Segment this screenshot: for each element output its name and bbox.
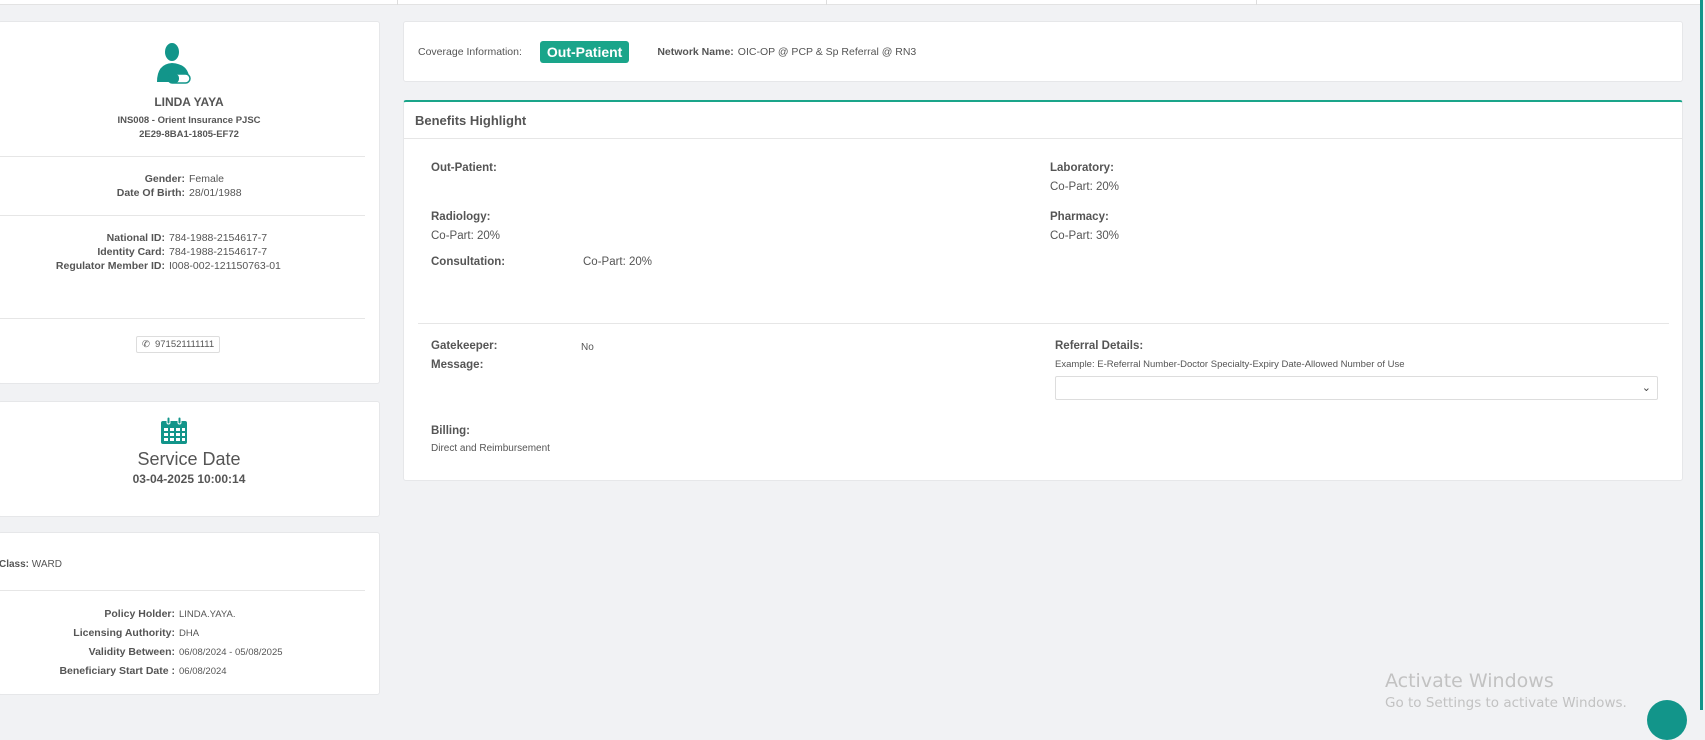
identity-card-value: 784-1988-2154617-7 <box>169 246 268 258</box>
network-value: OIC-OP @ PCP & Sp Referral @ RN3 <box>737 45 917 58</box>
patient-icon <box>157 43 191 84</box>
gatekeeper-label: Gatekeeper: <box>431 340 498 352</box>
page-edge <box>1700 0 1703 710</box>
divider <box>418 323 1669 324</box>
billing-label: Billing: <box>431 425 470 437</box>
patient-name: LINDA YAYA <box>154 95 224 109</box>
demographics: Gender: Female Date Of Birth: 28/01/1988 <box>0 172 379 200</box>
coverage-badge: Out-Patient <box>539 40 630 63</box>
divider <box>826 0 827 5</box>
class-value: WARD <box>31 559 62 570</box>
pharmacy-value: Co-Part: 30% <box>1050 230 1120 242</box>
chevron-down-icon: ⌄ <box>1641 382 1651 394</box>
identity-card-label: Identity Card: <box>97 246 165 258</box>
consultation-label: Consultation: <box>431 256 506 268</box>
dob-value: 28/01/1988 <box>189 187 242 199</box>
outpatient-label: Out-Patient: <box>431 162 497 174</box>
referral-label: Referral Details: <box>1055 340 1144 352</box>
validity-value: 06/08/2024 - 05/08/2025 <box>179 647 283 658</box>
policy-details: Policy Holder: LINDA.YAYA. Licensing Auth… <box>0 605 369 681</box>
start-date-value: 06/08/2024 <box>179 666 227 677</box>
calendar-icon <box>161 417 187 444</box>
identifiers: National ID: 784-1988-2154617-7 Identity … <box>0 231 359 273</box>
class-row: Class: WARD <box>0 559 62 570</box>
benefits-title: Benefits Highlight <box>404 102 1682 139</box>
phone-button[interactable]: ✆ 971521111111 <box>136 336 221 353</box>
regulator-id-label: Regulator Member ID: <box>55 260 165 272</box>
radiology-label: Radiology: <box>431 211 491 223</box>
dob-label: Date Of Birth: <box>116 187 185 199</box>
referral-hint: Example: E-Referral Number-Doctor Specia… <box>1055 359 1405 370</box>
gender-label: Gender: <box>144 173 185 185</box>
licensing-authority-value: DHA <box>179 628 200 639</box>
divider <box>0 215 365 216</box>
policy-card: Class: WARD Policy Holder: LINDA.YAYA. Li… <box>0 532 380 695</box>
service-date-card: Service Date 03-04-2025 10:00:14 <box>0 401 380 517</box>
coverage-label: Coverage Information: <box>418 45 522 58</box>
insurer: INS008 - Orient Insurance PJSC <box>117 115 261 126</box>
start-date-label: Beneficiary Start Date : <box>59 665 175 677</box>
message-label: Message: <box>431 359 484 371</box>
class-label: Class: <box>0 559 30 570</box>
benefits-card: Benefits Highlight Out-Patient: Laborato… <box>403 100 1683 481</box>
radiology-value: Co-Part: 20% <box>431 230 501 242</box>
divider <box>0 156 365 157</box>
regulator-id-value: I008-002-121150763-01 <box>169 260 281 272</box>
divider <box>1256 0 1257 5</box>
card-code: 2E29-8BA1-1805-EF72 <box>139 129 239 140</box>
top-summary-strip <box>0 0 1700 5</box>
network-label: Network Name: <box>657 45 734 58</box>
coverage-card: Coverage Information: Out-Patient Networ… <box>403 21 1683 82</box>
national-id-label: National ID: <box>106 232 165 244</box>
pharmacy-label: Pharmacy: <box>1050 211 1109 223</box>
national-id-value: 784-1988-2154617-7 <box>169 232 268 244</box>
phone-number: 971521111111 <box>154 339 215 350</box>
laboratory-value: Co-Part: 20% <box>1050 181 1120 193</box>
service-datetime: 03-04-2025 10:00:14 <box>132 472 246 486</box>
billing-value: Direct and Reimbursement <box>431 443 550 454</box>
gender-value: Female <box>189 173 225 185</box>
activate-windows-title: Activate Windows <box>1385 670 1554 692</box>
phone-icon: ✆ <box>142 339 150 350</box>
divider <box>0 318 365 319</box>
policy-holder-label: Policy Holder: <box>104 608 175 620</box>
service-date-title: Service Date <box>137 449 241 469</box>
laboratory-label: Laboratory: <box>1050 162 1114 174</box>
patient-card: LINDA YAYA INS008 - Orient Insurance PJS… <box>0 21 380 384</box>
licensing-authority-label: Licensing Authority: <box>73 627 175 639</box>
policy-holder-value: LINDA.YAYA. <box>179 609 236 620</box>
activate-windows-sub: Go to Settings to activate Windows. <box>1385 695 1627 711</box>
divider <box>397 0 398 5</box>
consultation-value: Co-Part: 20% <box>583 256 653 268</box>
divider <box>0 590 365 591</box>
gatekeeper-value: No <box>581 342 594 353</box>
chat-fab-button[interactable] <box>1647 700 1687 740</box>
referral-select[interactable]: ⌄ <box>1055 376 1658 400</box>
validity-label: Validity Between: <box>88 646 175 658</box>
